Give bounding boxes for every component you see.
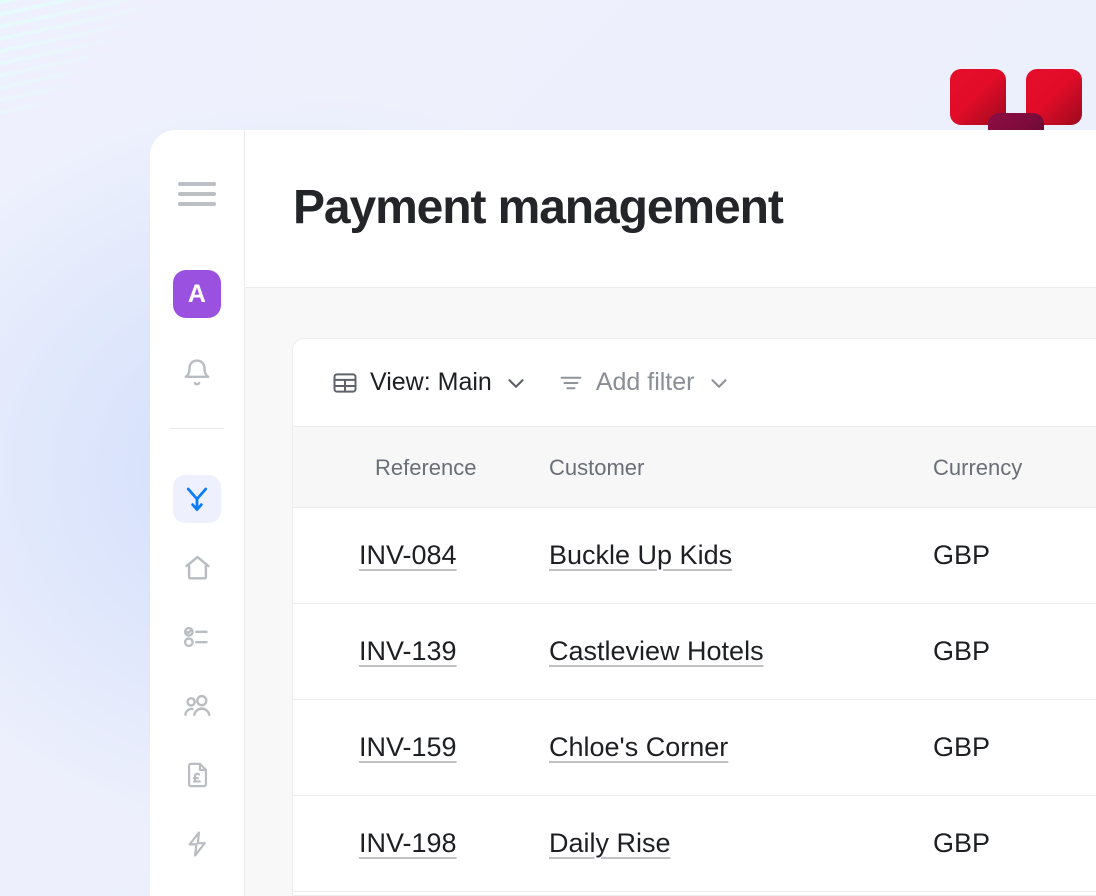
table-icon <box>333 372 357 393</box>
page-title: Payment management <box>293 181 784 235</box>
cell-currency: GBP <box>909 507 1096 604</box>
sidebar-item-customers[interactable] <box>173 682 221 730</box>
reference-link[interactable]: INV-084 <box>359 540 457 570</box>
table-header: Reference Customer Currency <box>293 427 1096 508</box>
cell-currency: GBP <box>909 795 1096 892</box>
chevron-down-icon[interactable] <box>706 370 732 396</box>
table-row[interactable]: INV-159 Chloe's Corner GBP <box>293 699 1096 796</box>
column-header-reference[interactable]: Reference <box>293 427 549 508</box>
sidebar-item-payments-flow[interactable] <box>173 475 221 523</box>
avatar[interactable]: A <box>173 270 221 318</box>
app-window: A Payment management View: Main Add filt… <box>150 130 1096 896</box>
hamburger-menu-icon <box>178 182 216 206</box>
table-toolbar: View: Main Add filter <box>293 339 1096 427</box>
filter-lines-icon <box>560 376 582 389</box>
cell-reference: INV-198 <box>293 795 549 892</box>
cell-reference: INV-084 <box>293 507 549 604</box>
document-pound-icon <box>187 762 207 788</box>
customer-link[interactable]: Chloe's Corner <box>549 732 728 762</box>
people-icon <box>183 694 210 716</box>
bell-icon <box>184 359 210 386</box>
view-selector[interactable]: View: Main <box>331 369 529 397</box>
cell-customer: Chloe's Corner <box>549 699 909 796</box>
add-filter-button[interactable]: Add filter <box>557 369 732 397</box>
sidebar-item-home[interactable] <box>173 544 221 592</box>
column-header-currency[interactable]: Currency <box>909 427 1096 508</box>
view-selector-label: View: Main <box>370 368 492 396</box>
column-header-customer[interactable]: Customer <box>549 427 909 508</box>
sidebar-rail: A <box>150 130 245 896</box>
cell-customer: Daily Rise <box>549 795 909 892</box>
reference-link[interactable]: INV-139 <box>359 636 457 666</box>
payments-table: Reference Customer Currency INV-084 Buck… <box>293 427 1096 892</box>
sidebar-item-invoices[interactable] <box>173 751 221 799</box>
cell-reference: INV-159 <box>293 699 549 796</box>
reference-link[interactable]: INV-159 <box>359 732 457 762</box>
lightning-bolt-icon <box>188 831 206 857</box>
flow-merge-arrow-icon <box>186 487 208 511</box>
chevron-down-icon[interactable] <box>503 370 529 396</box>
customer-link[interactable]: Buckle Up Kids <box>549 540 732 570</box>
home-icon <box>184 555 210 580</box>
cell-reference: INV-139 <box>293 603 549 700</box>
customer-link[interactable]: Castleview Hotels <box>549 636 764 666</box>
sidebar-divider <box>170 428 224 429</box>
cell-customer: Buckle Up Kids <box>549 507 909 604</box>
cell-customer: Castleview Hotels <box>549 603 909 700</box>
table-header-row: Reference Customer Currency <box>293 427 1096 508</box>
sidebar-item-automations[interactable] <box>173 820 221 868</box>
table-body: INV-084 Buckle Up Kids GBP INV-139 Castl… <box>293 507 1096 892</box>
payments-table-card: View: Main Add filter Reference Customer… <box>292 338 1096 896</box>
page-header: Payment management <box>245 130 1096 288</box>
main-pane: Payment management View: Main Add filter… <box>245 130 1096 896</box>
page-body: View: Main Add filter Reference Customer… <box>245 288 1096 896</box>
cell-currency: GBP <box>909 699 1096 796</box>
decorative-corner-stripes <box>0 0 176 114</box>
checklist-icon <box>183 626 208 648</box>
sidebar-item-menu[interactable] <box>173 170 221 218</box>
reference-link[interactable]: INV-198 <box>359 828 457 858</box>
customer-link[interactable]: Daily Rise <box>549 828 671 858</box>
sidebar-item-tasks[interactable] <box>173 613 221 661</box>
table-row[interactable]: INV-084 Buckle Up Kids GBP <box>293 507 1096 604</box>
add-filter-label: Add filter <box>595 368 695 396</box>
cell-currency: GBP <box>909 603 1096 700</box>
table-row[interactable]: INV-198 Daily Rise GBP <box>293 795 1096 892</box>
sidebar-item-notifications[interactable] <box>173 349 221 397</box>
table-row[interactable]: INV-139 Castleview Hotels GBP <box>293 603 1096 700</box>
